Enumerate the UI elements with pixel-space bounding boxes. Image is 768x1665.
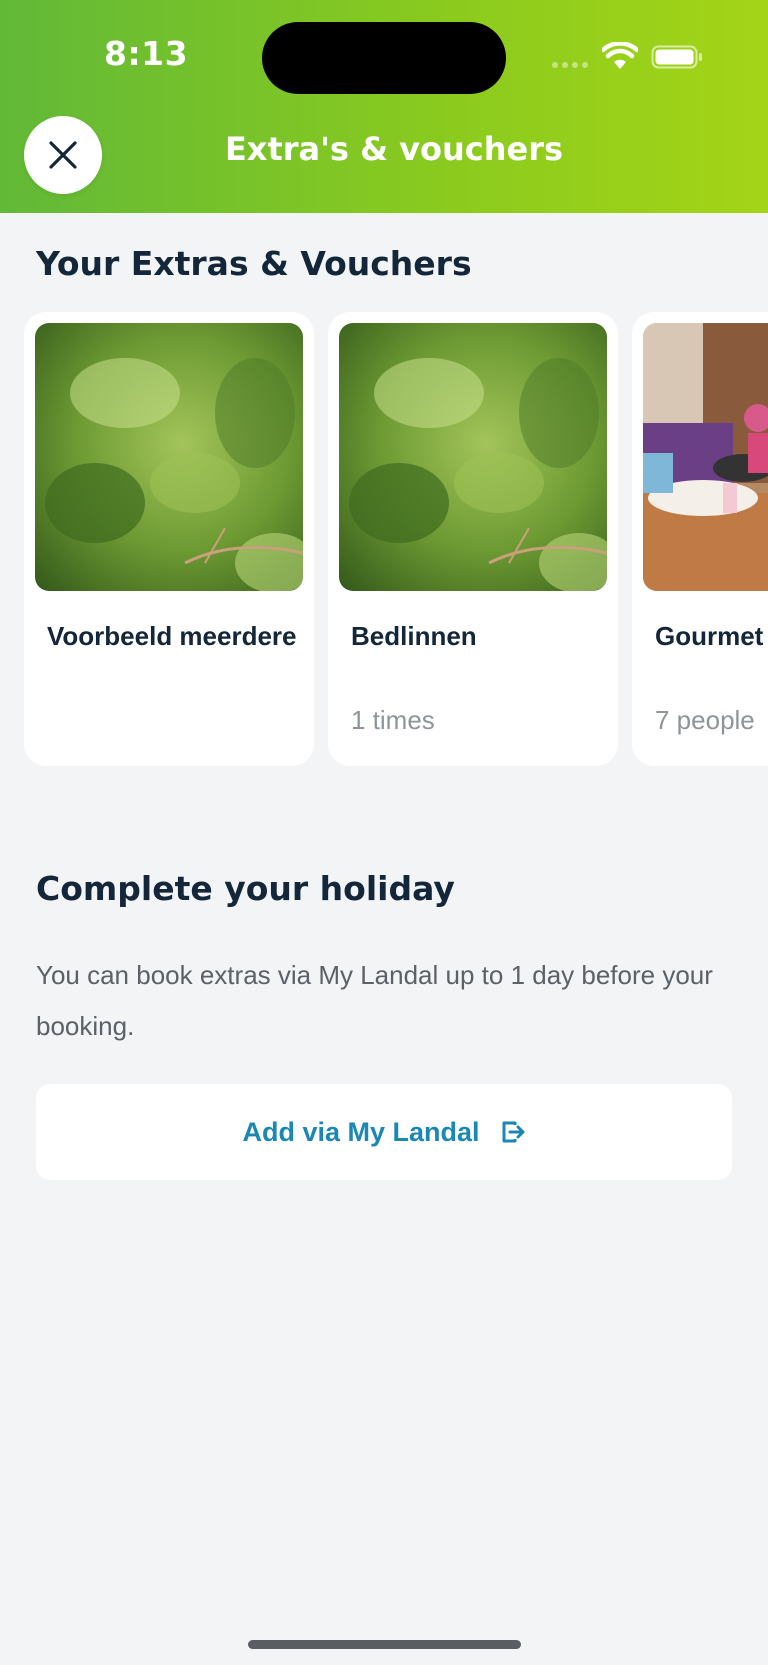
status-time: 8:13 bbox=[104, 34, 189, 73]
extra-name: Bedlinnen bbox=[351, 621, 477, 651]
holiday-description: You can book extras via My Landal up to … bbox=[36, 960, 713, 1041]
extra-card[interactable]: Voorbeeld meerdere bbox=[24, 312, 314, 766]
extra-detail: 1 times bbox=[351, 705, 435, 735]
extra-image bbox=[339, 323, 607, 591]
cellular-signal-icon bbox=[552, 62, 590, 70]
extras-section-title: Your Extras & Vouchers bbox=[36, 244, 472, 283]
extra-detail: 7 people bbox=[655, 705, 755, 735]
extra-name: Voorbeeld meerdere bbox=[47, 621, 297, 651]
page-title: Extra's & vouchers bbox=[224, 130, 564, 168]
home-indicator[interactable] bbox=[248, 1640, 521, 1649]
extras-carousel[interactable]: Voorbeeld meerdere Bedlinnen 1 times Gou… bbox=[24, 312, 768, 767]
dynamic-island bbox=[262, 22, 506, 94]
extra-image bbox=[643, 323, 768, 591]
extra-card[interactable]: Gourmet 7 people bbox=[632, 312, 768, 766]
holiday-section-title: Complete your holiday bbox=[36, 869, 455, 908]
extra-name: Gourmet bbox=[655, 621, 764, 651]
battery-icon bbox=[651, 45, 702, 69]
extra-card[interactable]: Bedlinnen 1 times bbox=[328, 312, 618, 766]
external-link-icon bbox=[502, 1121, 525, 1143]
add-via-my-landal-button[interactable]: Add via My Landal bbox=[36, 1084, 732, 1180]
header-bar: 8:13 Extra's & vouchers bbox=[0, 0, 768, 213]
extra-image bbox=[35, 323, 303, 591]
wifi-icon bbox=[602, 42, 638, 69]
add-via-my-landal-label: Add via My Landal bbox=[242, 1116, 480, 1147]
